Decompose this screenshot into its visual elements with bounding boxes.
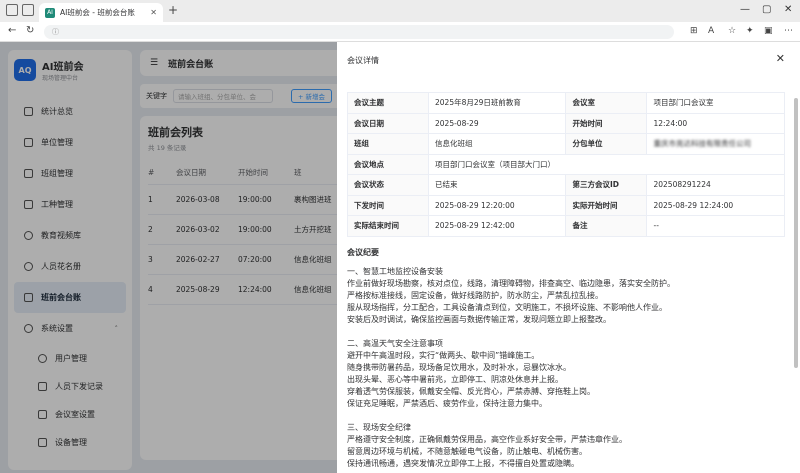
minutes-text: 一、智慧工地监控设备安装 作业前做好现场勘察，核对点位，线路，清理障碍物，排查高… [347,266,675,468]
browser-tabbar: AI AI班前会 - 班前会台账 ✕ + — ▢ ✕ [0,0,800,22]
detail-row: 会议日期 2025-08-29 开始时间 12:24:00 [347,112,785,134]
detail-row: 班组 信息化班组 分包单位 重庆市亮达科技有限责任公司 [347,133,785,155]
drawer-body: 会议主题 2025年8月29日班前教育 会议室 项目部门口会议室 会议日期 20… [347,92,785,473]
reload-icon[interactable]: ↻ [26,25,34,36]
detail-row: 下发时间 2025-08-29 12:20:00 实际开始时间 2025-08-… [347,194,785,216]
blurred-subcontractor: 重庆市亮达科技有限责任公司 [646,133,785,155]
favicon-icon: AI [45,7,55,18]
close-window-icon[interactable]: ✕ [784,4,792,15]
detail-row: 实际结束时间 2025-08-29 12:42:00 备注 -- [347,215,785,237]
meeting-detail-drawer: 会议详情 ✕ 会议主题 2025年8月29日班前教育 会议室 项目部门口会议室 … [337,42,800,473]
scrollbar[interactable] [794,98,798,368]
back-icon[interactable]: ← [8,25,16,36]
collections-icon[interactable]: ▣ [764,26,773,36]
detail-table: 会议主题 2025年8月29日班前教育 会议室 项目部门口会议室 会议日期 20… [347,92,785,237]
maximize-icon[interactable]: ▢ [762,4,771,15]
minimize-icon[interactable]: — [740,4,750,15]
detail-row: 会议状态 已结束 第三方会议ID 202508291224 [347,174,785,196]
detail-row: 会议地点 项目部门口会议室（项目部大门口） [347,153,785,175]
close-icon[interactable]: ✕ [776,52,785,65]
tab-actions-icon[interactable] [22,4,34,16]
browser-tab[interactable]: AI AI班前会 - 班前会台账 ✕ [39,3,163,22]
tab-title: AI班前会 - 班前会台账 [60,8,135,17]
modal-overlay[interactable] [0,42,337,473]
minutes-title: 会议纪要 [347,247,379,257]
profile-icon[interactable] [6,4,18,16]
detail-row: 会议主题 2025年8月29日班前教育 会议室 项目部门口会议室 [347,92,785,114]
url-field[interactable]: ⓘ [44,25,674,39]
site-info-icon[interactable]: ⓘ [52,27,59,37]
drawer-title: 会议详情 [347,55,379,65]
favorite-icon[interactable]: ☆ [728,26,736,36]
new-tab-icon[interactable]: + [168,3,178,17]
translate-icon[interactable]: A [708,26,714,36]
address-bar: ← ↻ ⓘ ⊞ A ☆ ✦ ▣ ⋯ [0,22,800,42]
install-icon[interactable]: ⊞ [690,26,698,36]
drawer-header: 会议详情 [337,42,800,78]
close-tab-icon[interactable]: ✕ [150,8,157,17]
more-icon[interactable]: ⋯ [784,26,793,36]
extensions-icon[interactable]: ✦ [746,26,754,36]
